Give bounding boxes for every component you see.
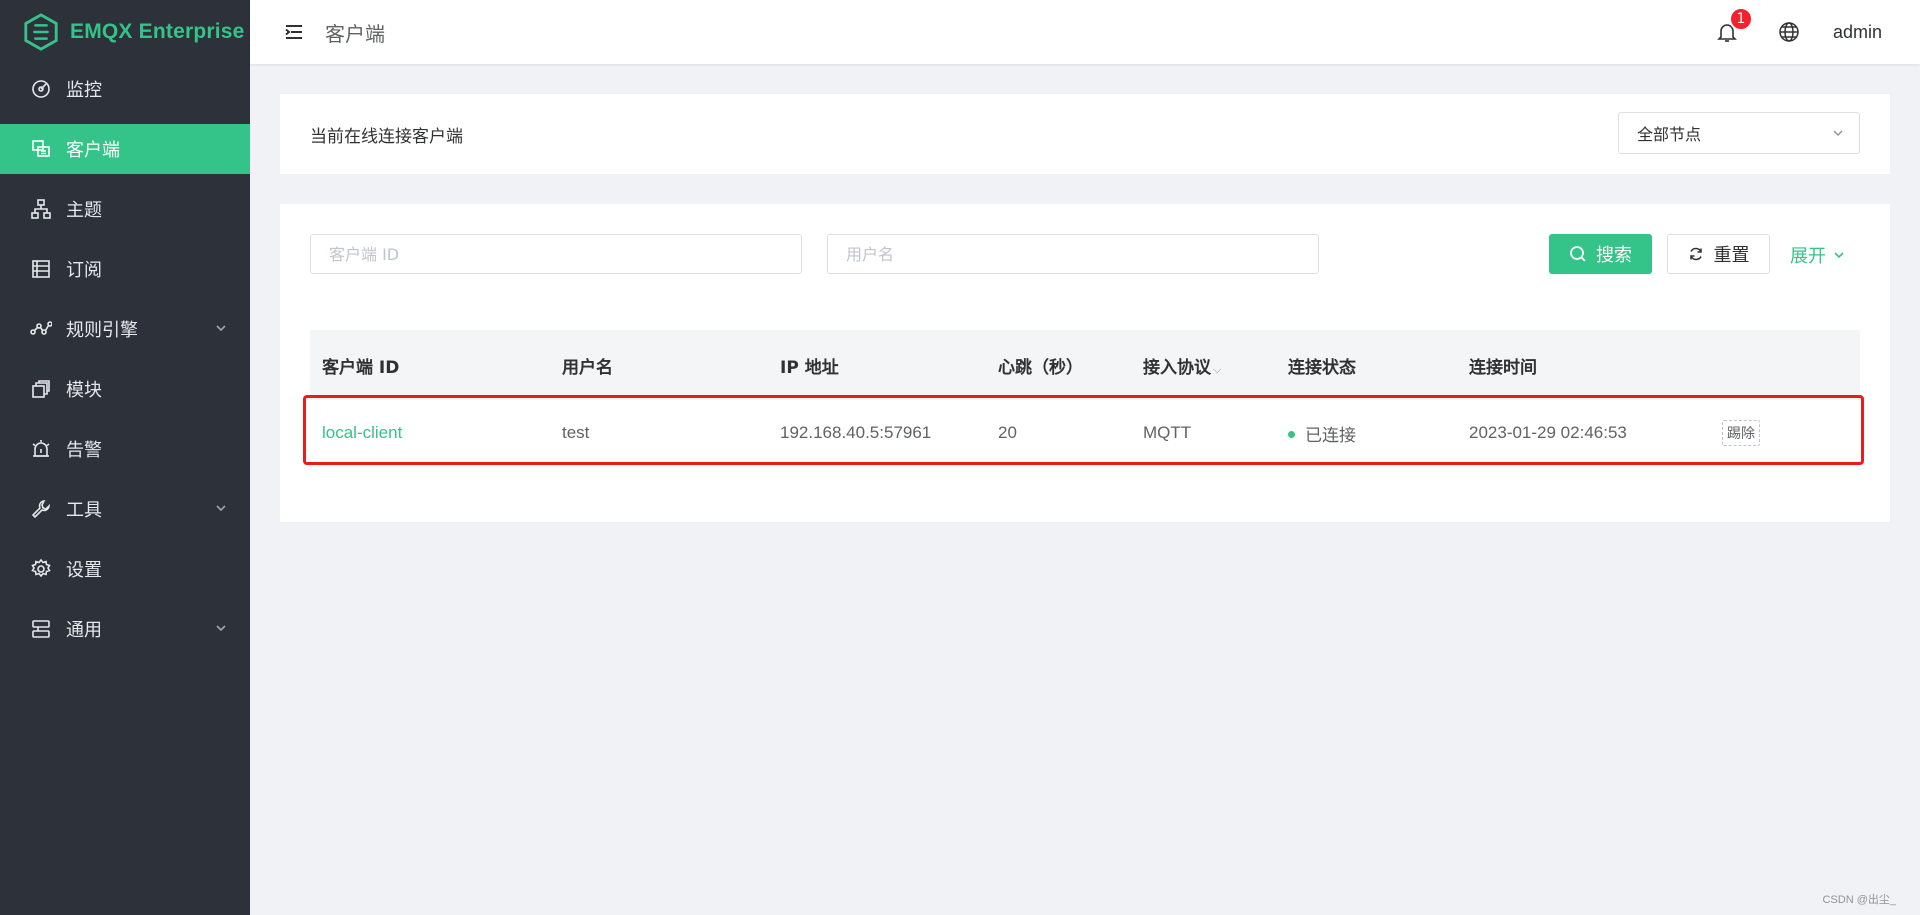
sidebar-item-label: 订阅 bbox=[66, 260, 102, 281]
column-header-connected-at: 连接时间 bbox=[1469, 357, 1537, 378]
sidebar-item-topics[interactable]: 主题 bbox=[0, 184, 250, 234]
sidebar-item-label: 设置 bbox=[66, 560, 102, 581]
online-clients-title: 当前在线连接客户端 bbox=[310, 127, 463, 147]
clients-table: 客户端 ID 用户名 IP 地址 心跳（秒） 接入协议 ⌵ 连接状态 连接时间 l… bbox=[310, 330, 1860, 466]
chevron-down-icon bbox=[216, 325, 226, 332]
client-id-link[interactable]: local-client bbox=[322, 423, 402, 442]
notification-badge: 1 bbox=[1728, 7, 1753, 31]
column-header-protocol[interactable]: 接入协议 ⌵ bbox=[1131, 353, 1276, 378]
sidebar-item-alarms[interactable]: 告警 bbox=[0, 424, 250, 474]
general-icon bbox=[30, 618, 52, 640]
chevron-down-icon bbox=[216, 505, 226, 512]
column-header-ip: IP 地址 bbox=[780, 357, 839, 378]
sidebar-item-label: 模块 bbox=[66, 380, 102, 401]
sidebar-menu: 监控 客户端 主题 订阅 规则引擎 模块 告警 工具 设置 通用 bbox=[0, 64, 250, 654]
sidebar-item-tools[interactable]: 工具 bbox=[0, 484, 250, 534]
sort-caret-icon[interactable]: ⌵ bbox=[1213, 363, 1221, 376]
kick-client-button[interactable]: 踢除 bbox=[1722, 420, 1760, 446]
sidebar-item-label: 监控 bbox=[66, 80, 102, 101]
search-button-label: 搜索 bbox=[1596, 245, 1632, 265]
sidebar-item-rule-engine[interactable]: 规则引擎 bbox=[0, 304, 250, 354]
chevron-down-icon bbox=[216, 625, 226, 632]
sidebar-item-general[interactable]: 通用 bbox=[0, 604, 250, 654]
sidebar-item-label: 工具 bbox=[66, 500, 102, 521]
chevron-down-icon bbox=[1834, 252, 1844, 259]
settings-icon bbox=[30, 558, 52, 580]
header-actions: 1 admin bbox=[1715, 0, 1920, 64]
sidebar: EMQX Enterprise 监控 客户端 主题 订阅 规则引擎 模块 告警 … bbox=[0, 0, 250, 915]
tools-icon bbox=[30, 498, 52, 520]
brand[interactable]: EMQX Enterprise bbox=[0, 0, 250, 64]
expand-label: 展开 bbox=[1790, 246, 1826, 267]
ip-cell: 192.168.40.5:57961 bbox=[780, 423, 932, 442]
table-row: local-client test 192.168.40.5:57961 20 … bbox=[310, 400, 1860, 466]
status-cell: 已连接 bbox=[1276, 421, 1457, 446]
subscriptions-icon bbox=[30, 258, 52, 280]
alarm-icon bbox=[30, 438, 52, 460]
column-header-keepalive: 心跳（秒） bbox=[998, 357, 1083, 378]
node-select-value: 全部节点 bbox=[1637, 125, 1702, 144]
user-menu[interactable]: admin bbox=[1833, 22, 1882, 43]
username-cell: test bbox=[562, 423, 590, 442]
rule-engine-icon bbox=[30, 318, 52, 340]
sidebar-item-modules[interactable]: 模块 bbox=[0, 364, 250, 414]
clients-list-card: 搜索 重置 展开 客户端 ID 用户名 IP 地址 心跳（秒） 接入协议⌵ 连接… bbox=[280, 204, 1890, 522]
actions-cell: 踢除 bbox=[1710, 420, 1860, 446]
page-title: 客户端 bbox=[325, 21, 385, 46]
expand-filters-button[interactable]: 展开 bbox=[1790, 242, 1846, 268]
brand-name: EMQX Enterprise bbox=[70, 20, 245, 43]
sidebar-item-label: 客户端 bbox=[66, 140, 120, 161]
modules-icon bbox=[30, 378, 52, 400]
reset-button-label: 重置 bbox=[1713, 245, 1750, 265]
search-button[interactable]: 搜索 bbox=[1549, 234, 1652, 274]
column-header-username: 用户名 bbox=[562, 357, 613, 378]
topics-icon bbox=[30, 198, 52, 220]
client-id-cell: local-client bbox=[310, 423, 550, 443]
table-header: 客户端 ID 用户名 IP 地址 心跳（秒） 接入协议 ⌵ 连接状态 连接时间 bbox=[310, 330, 1860, 400]
column-header-client-id: 客户端 ID bbox=[322, 357, 400, 378]
clients-icon bbox=[30, 138, 52, 160]
status-text: 已连接 bbox=[1305, 425, 1356, 445]
sidebar-item-subscriptions[interactable]: 订阅 bbox=[0, 244, 250, 294]
keepalive-cell: 20 bbox=[998, 423, 1017, 442]
column-header-protocol-label: 接入协议 bbox=[1143, 357, 1211, 378]
status-dot-icon bbox=[1288, 430, 1295, 438]
search-icon bbox=[1570, 246, 1586, 262]
top-header: 客户端 1 admin bbox=[250, 0, 1920, 64]
protocol-cell: MQTT bbox=[1143, 423, 1192, 442]
online-clients-card: 当前在线连接客户端 全部节点 bbox=[280, 94, 1890, 174]
emqx-logo-icon bbox=[24, 13, 58, 51]
connected-at-cell: 2023-01-29 02:46:53 bbox=[1469, 423, 1627, 442]
column-header-status: 连接状态 bbox=[1288, 357, 1356, 378]
chevron-down-icon bbox=[1833, 130, 1843, 136]
sidebar-item-label: 通用 bbox=[66, 620, 102, 641]
watermark: CSDN @出尘_ bbox=[1822, 894, 1896, 906]
menu-collapse-icon[interactable] bbox=[283, 21, 305, 43]
dashboard-icon bbox=[30, 78, 52, 100]
sidebar-item-label: 主题 bbox=[66, 200, 102, 221]
node-select[interactable]: 全部节点 bbox=[1618, 112, 1860, 154]
sidebar-item-monitor[interactable]: 监控 bbox=[0, 64, 250, 114]
reset-button[interactable]: 重置 bbox=[1667, 234, 1770, 274]
globe-icon[interactable] bbox=[1777, 20, 1801, 44]
refresh-icon bbox=[1689, 247, 1702, 261]
sidebar-item-clients[interactable]: 客户端 bbox=[0, 124, 250, 174]
sidebar-item-label: 规则引擎 bbox=[66, 320, 138, 341]
username-search-input[interactable] bbox=[827, 234, 1319, 274]
sidebar-item-settings[interactable]: 设置 bbox=[0, 544, 250, 594]
sidebar-item-label: 告警 bbox=[66, 440, 102, 461]
notifications-button[interactable]: 1 bbox=[1715, 7, 1753, 44]
client-id-search-input[interactable] bbox=[310, 234, 802, 274]
